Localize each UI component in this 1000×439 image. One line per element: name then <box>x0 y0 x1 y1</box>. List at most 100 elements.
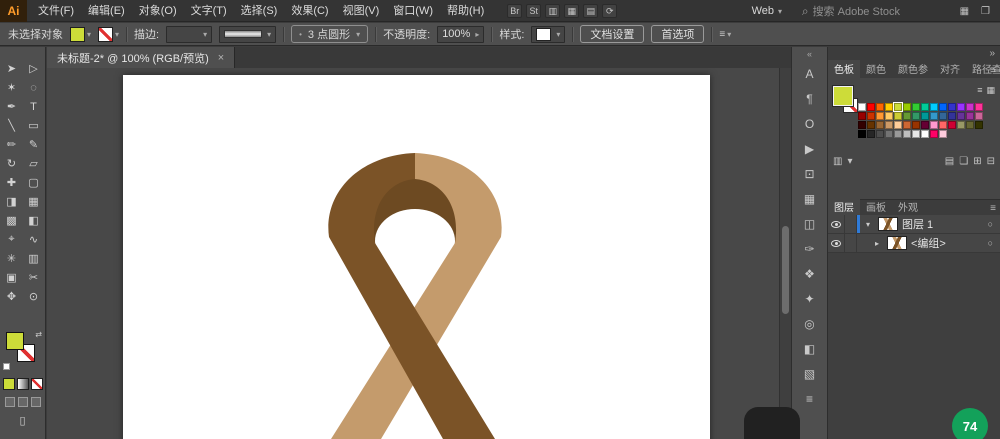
tab-颜色参[interactable]: 颜色参 <box>892 60 934 78</box>
screen-mode-button[interactable]: ▯ <box>0 414 45 427</box>
column-graph-tool[interactable]: ▥ <box>23 249 45 268</box>
group-thumbnail[interactable] <box>887 236 907 250</box>
direct-selection-tool[interactable]: ▷ <box>23 59 45 78</box>
menu-item[interactable]: 文字(T) <box>184 0 234 22</box>
new-color-group-icon[interactable]: ❏ <box>959 156 968 167</box>
pen-tool[interactable]: ✒ <box>1 97 23 116</box>
close-tab-icon[interactable]: × <box>218 52 224 64</box>
swatch-cell[interactable] <box>858 130 866 138</box>
libraries-menu-chevron-icon[interactable]: ▾ <box>847 156 852 167</box>
swatch-cell[interactable] <box>948 121 956 129</box>
swatch-cell[interactable] <box>957 112 965 120</box>
thumbnail-view-icon[interactable]: ▦ <box>986 85 995 96</box>
swatch-cell[interactable] <box>885 130 893 138</box>
shape-builder-tool[interactable]: ◨ <box>1 192 23 211</box>
zoom-tool[interactable]: ⊙ <box>23 287 45 306</box>
swatch-cell[interactable] <box>966 121 974 129</box>
swatch-cell[interactable] <box>912 103 920 111</box>
swatch-cell[interactable] <box>867 103 875 111</box>
swatch-cell[interactable] <box>939 121 947 129</box>
delete-swatch-icon[interactable]: ⊟ <box>987 156 995 167</box>
selection-tool[interactable]: ➤ <box>1 59 23 78</box>
preferences-button[interactable]: 首选项 <box>651 25 704 43</box>
tab-图层[interactable]: 图层 <box>828 198 860 216</box>
stroke-weight-select[interactable]: ▾ <box>166 26 212 43</box>
layout-columns-icon[interactable]: ▤ <box>583 4 598 18</box>
group-name[interactable]: <编组> <box>911 235 988 251</box>
target-circle-icon[interactable]: ○ <box>988 219 993 229</box>
swatch-cell[interactable] <box>948 112 956 120</box>
swatch-cell[interactable] <box>930 103 938 111</box>
paragraph-panel-icon[interactable]: ¶ <box>792 86 827 111</box>
opentype-panel-icon[interactable]: O <box>792 111 827 136</box>
menu-item[interactable]: 对象(O) <box>132 0 184 22</box>
fill-color-swatch[interactable] <box>70 27 85 42</box>
brush-definition-select[interactable]: ▾ <box>219 26 276 43</box>
artboard[interactable] <box>123 75 710 439</box>
rotate-tool[interactable]: ↻ <box>1 154 23 173</box>
swatch-cell[interactable] <box>966 112 974 120</box>
artboard-tool[interactable]: ▣ <box>1 268 23 287</box>
blend-tool[interactable]: ∿ <box>23 230 45 249</box>
lock-toggle[interactable] <box>845 215 857 233</box>
illustrator-logo-icon[interactable]: Ai <box>0 0 27 22</box>
style-select[interactable]: ▾ <box>531 26 565 43</box>
ribbon-artwork[interactable] <box>123 75 710 439</box>
swatch-cell[interactable] <box>876 112 884 120</box>
layer-row[interactable]: ▸ <编组> ○ <box>828 234 1000 253</box>
type-tool[interactable]: T <box>23 97 45 116</box>
swatch-cell[interactable] <box>903 103 911 111</box>
swatch-cell[interactable] <box>867 121 875 129</box>
character-panel-icon[interactable]: A <box>792 61 827 86</box>
paintbrush-tool[interactable]: ✏ <box>1 135 23 154</box>
variable-width-profile-select[interactable]: • 3 点圆形 ▾ <box>291 25 368 43</box>
expand-panels-icon[interactable]: « <box>792 47 827 61</box>
fill-color-control[interactable]: ▾ <box>70 27 91 42</box>
swatch-cell[interactable] <box>876 103 884 111</box>
width-tool[interactable]: ✚ <box>1 173 23 192</box>
swatch-cell[interactable] <box>894 112 902 120</box>
swatch-cell[interactable] <box>948 103 956 111</box>
free-transform-tool[interactable]: ▢ <box>23 173 45 192</box>
panel-menu-icon[interactable]: ≡ <box>990 65 996 76</box>
swatch-cell[interactable] <box>885 103 893 111</box>
visibility-toggle[interactable] <box>828 234 845 252</box>
layer-row[interactable]: ▾ 图层 1 ○ <box>828 215 1000 234</box>
none-button[interactable] <box>31 378 43 390</box>
swatch-libraries-icon[interactable]: ▥ <box>833 156 842 167</box>
document-tab[interactable]: 未标题-2* @ 100% (RGB/预览) × <box>47 47 235 68</box>
swatch-cell[interactable] <box>939 112 947 120</box>
graphic-styles-panel-icon[interactable]: ✦ <box>792 286 827 311</box>
restore-window-icon[interactable]: ❐ <box>981 6 990 17</box>
magic-wand-tool[interactable]: ✶ <box>1 78 23 97</box>
stroke-color-control[interactable]: ▾ <box>98 27 119 42</box>
vertical-scrollbar[interactable] <box>779 68 791 439</box>
layer-thumbnail[interactable] <box>878 217 898 231</box>
menu-item[interactable]: 窗口(W) <box>386 0 440 22</box>
swatch-cell[interactable] <box>921 121 929 129</box>
swatch-cell[interactable] <box>921 112 929 120</box>
swatch-cell[interactable] <box>894 121 902 129</box>
scrollbar-thumb[interactable] <box>782 226 789 314</box>
fill-swatch[interactable] <box>6 332 24 350</box>
symbols-panel-icon[interactable]: ❖ <box>792 261 827 286</box>
swatch-cell[interactable] <box>912 121 920 129</box>
opacity-select[interactable]: 100% ▸ <box>437 26 484 43</box>
visibility-toggle[interactable] <box>828 215 845 233</box>
stroke-panel-icon[interactable]: ≡ <box>792 386 827 411</box>
brushes-panel-icon[interactable]: ✑ <box>792 236 827 261</box>
line-segment-tool[interactable]: ╲ <box>1 116 23 135</box>
swatch-cell[interactable] <box>903 112 911 120</box>
swatch-cell[interactable] <box>939 103 947 111</box>
swatch-cell[interactable] <box>894 103 902 111</box>
swatch-cell[interactable] <box>903 121 911 129</box>
swatch-cell[interactable] <box>867 130 875 138</box>
rectangle-tool[interactable]: ▭ <box>23 116 45 135</box>
gradient-tool[interactable]: ◧ <box>23 211 45 230</box>
swatch-cell[interactable] <box>966 103 974 111</box>
menu-item[interactable]: 视图(V) <box>336 0 387 22</box>
swatch-cell[interactable] <box>903 130 911 138</box>
gradient-panel-icon[interactable]: ▧ <box>792 361 827 386</box>
stroke-color-swatch[interactable] <box>98 27 113 42</box>
swatch-cell[interactable] <box>912 130 920 138</box>
